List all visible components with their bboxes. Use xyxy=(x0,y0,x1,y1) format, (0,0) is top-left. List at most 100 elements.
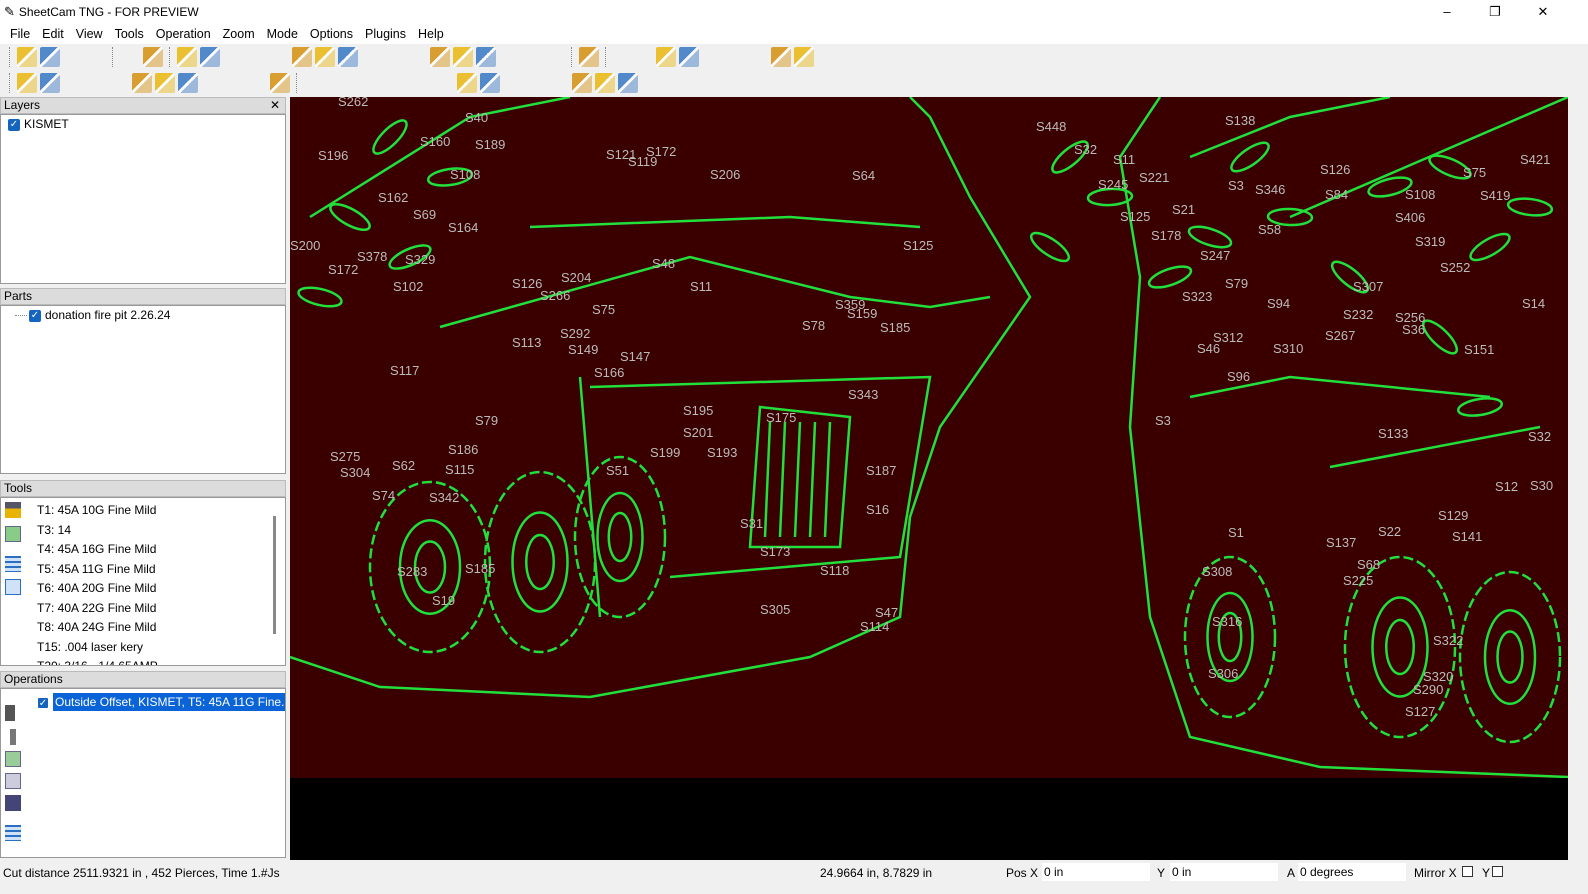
start-point-icon[interactable] xyxy=(247,73,267,93)
torch-icon[interactable] xyxy=(143,47,163,67)
tool-item[interactable]: T7: 40A 22G Fine Mild xyxy=(1,599,271,619)
tool-item[interactable]: T3: 14 xyxy=(1,521,271,541)
select-part-icon[interactable] xyxy=(549,73,569,93)
tool-item[interactable]: T20: 3/16 - 1/4 65AMP xyxy=(1,657,271,665)
zoom-part-icon[interactable] xyxy=(702,47,722,67)
shape-label: S30 xyxy=(1530,478,1554,493)
delete-icon[interactable] xyxy=(545,47,565,67)
window-icon[interactable] xyxy=(63,73,83,93)
checkbox[interactable]: ✓ xyxy=(29,309,41,322)
part-save2-icon[interactable] xyxy=(292,47,312,67)
operation-item[interactable]: ✓ Outside Offset, KISMET, T5: 45A 11G Fin… xyxy=(1,693,285,713)
menu-zoom[interactable]: Zoom xyxy=(217,27,261,41)
sub-save-icon[interactable] xyxy=(361,47,381,67)
zoom-fit-icon[interactable] xyxy=(748,47,768,67)
close-button[interactable]: ✕ xyxy=(1520,0,1566,24)
select-lead-icon[interactable] xyxy=(503,73,523,93)
calculator-icon[interactable] xyxy=(120,47,140,67)
sub-edit-icon[interactable] xyxy=(384,47,404,67)
part-open-icon[interactable] xyxy=(269,47,289,67)
angle-input[interactable]: 0 degrees xyxy=(1298,863,1406,881)
tool-item[interactable]: T5: 45A 11G Fine Mild xyxy=(1,560,271,580)
part-icon[interactable] xyxy=(200,47,220,67)
zoom-out-icon[interactable] xyxy=(679,47,699,67)
tool-edit-icon[interactable] xyxy=(453,47,473,67)
undo-icon[interactable] xyxy=(579,47,599,67)
post-process-icon[interactable] xyxy=(86,47,106,67)
shape-label: S96 xyxy=(1227,369,1251,384)
menu-mode[interactable]: Mode xyxy=(261,27,304,41)
bounds-icon[interactable] xyxy=(618,73,638,93)
edit-path-icon[interactable] xyxy=(5,795,21,811)
add-part-icon[interactable] xyxy=(177,47,197,67)
offset-icon[interactable] xyxy=(86,73,106,93)
profile-icon[interactable] xyxy=(270,73,290,93)
menu-help[interactable]: Help xyxy=(412,27,450,41)
menu-edit[interactable]: Edit xyxy=(36,27,70,41)
text-icon[interactable] xyxy=(664,73,684,93)
sub-open-icon[interactable] xyxy=(338,47,358,67)
mirror-y-checkbox[interactable] xyxy=(1492,866,1503,877)
layers-icon[interactable] xyxy=(40,73,60,93)
select-icon[interactable] xyxy=(457,73,477,93)
copy-icon[interactable] xyxy=(5,773,21,789)
printer-icon[interactable] xyxy=(63,47,83,67)
move-icon[interactable] xyxy=(572,73,592,93)
new-job-icon[interactable] xyxy=(17,47,37,67)
tool-item[interactable]: T1: 45A 10G Fine Mild xyxy=(1,501,271,521)
table-icon[interactable] xyxy=(5,825,21,841)
maximize-button[interactable]: ❐ xyxy=(1472,0,1518,24)
menu-file[interactable]: File xyxy=(4,27,36,41)
pos-y-input[interactable]: 0 in xyxy=(1170,863,1278,881)
operation-torch-icon[interactable] xyxy=(5,705,15,721)
add-sub-icon[interactable] xyxy=(315,47,335,67)
menu-view[interactable]: View xyxy=(70,27,109,41)
select-lead2-icon[interactable] xyxy=(526,73,546,93)
tool-check-icon[interactable] xyxy=(476,47,496,67)
zoom-parts-icon[interactable] xyxy=(725,47,745,67)
shape-label: S62 xyxy=(392,458,416,473)
layer-item[interactable]: ✓ KISMET xyxy=(1,115,285,135)
close-icon[interactable]: ✕ xyxy=(270,98,280,113)
lead-in-icon[interactable] xyxy=(178,73,198,93)
tool-check2-icon[interactable] xyxy=(499,47,519,67)
rotate-icon[interactable] xyxy=(17,73,37,93)
pos-x-input[interactable]: 0 in xyxy=(1042,863,1150,881)
zoom-window-icon[interactable] xyxy=(771,47,791,67)
outline-icon[interactable] xyxy=(155,73,175,93)
drawing-canvas[interactable]: S262 S40 S160 S189 S196 S121 S172 S119 S108 S206 S… xyxy=(290,97,1568,778)
edit-icon[interactable] xyxy=(40,47,60,67)
machine-icon[interactable] xyxy=(224,73,244,93)
menu-operation[interactable]: Operation xyxy=(150,27,217,41)
lead-out-icon[interactable] xyxy=(201,73,221,93)
zoom-settings-icon[interactable] xyxy=(794,47,814,67)
part-item[interactable]: ✓ donation fire pit 2.26.24 xyxy=(1,306,285,326)
canvas-empty-area[interactable] xyxy=(290,778,1568,860)
menu-options[interactable]: Options xyxy=(304,27,359,41)
zoom-in-icon[interactable] xyxy=(656,47,676,67)
path-icon[interactable] xyxy=(109,73,129,93)
part-save-icon[interactable] xyxy=(223,47,243,67)
tool-item[interactable]: T4: 45A 16G Fine Mild xyxy=(1,540,271,560)
select-start-icon[interactable] xyxy=(480,73,500,93)
tool-icon[interactable] xyxy=(5,751,21,767)
plasma-icon[interactable] xyxy=(641,73,661,93)
menu-tools[interactable]: Tools xyxy=(109,27,150,41)
tool-open-icon[interactable] xyxy=(430,47,450,67)
checkbox[interactable]: ✓ xyxy=(37,696,49,709)
tool-item[interactable]: T8: 40A 24G Fine Mild xyxy=(1,618,271,638)
drill-icon[interactable] xyxy=(10,729,16,745)
table-refresh-icon[interactable] xyxy=(522,47,542,67)
minimize-button[interactable]: – xyxy=(1424,0,1470,24)
sub-export-icon[interactable] xyxy=(407,47,427,67)
measure-icon[interactable] xyxy=(595,73,615,93)
menu-plugins[interactable]: Plugins xyxy=(359,27,412,41)
path-active-icon[interactable] xyxy=(132,73,152,93)
leaf-shape xyxy=(329,202,371,232)
mirror-x-checkbox[interactable] xyxy=(1462,866,1473,877)
checkbox[interactable]: ✓ xyxy=(8,118,20,131)
scrollbar[interactable] xyxy=(273,516,276,634)
part-edit-icon[interactable] xyxy=(246,47,266,67)
tool-item[interactable]: T6: 40A 20G Fine Mild xyxy=(1,579,271,599)
tool-item[interactable]: T15: .004 laser kery xyxy=(1,638,271,658)
